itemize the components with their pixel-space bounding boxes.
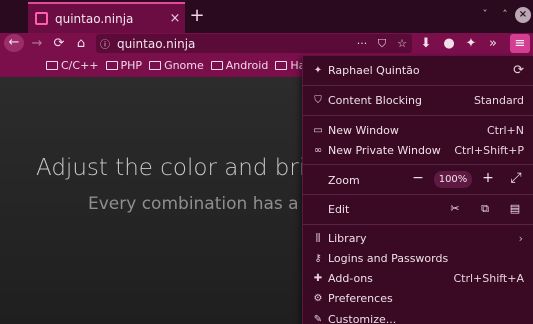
url-text[interactable]: quintao.ninja [117,37,352,51]
account-name: Raphael Quintão [328,63,420,77]
new-tab-button[interactable]: + [187,5,207,27]
window-icon: ▭ [313,124,323,136]
cut-icon[interactable]: ✂ [447,202,463,215]
new-private-window-item[interactable]: ∞ New Private Window Ctrl+Shift+P [303,140,533,160]
shield-icon: ⛉ [314,94,322,106]
separator [303,85,533,86]
separator [303,115,533,116]
folder-icon [275,61,288,70]
page-subheading: Every combination has a pe [88,194,326,214]
app-menu-button[interactable]: ≡ [510,34,530,53]
zoom-out-button[interactable]: − [409,170,427,186]
separator [303,224,533,225]
separator [303,164,533,165]
new-window-item[interactable]: ▭ New Window Ctrl+N [303,120,533,140]
gear-icon: ⚙ [313,292,323,304]
url-bar[interactable]: ⓘ quintao.ninja ··· ⛉ ☆ [96,34,412,53]
chevron-right-icon: › [518,231,523,245]
reload-button[interactable]: ⟳ [49,33,69,54]
bookmark-folder[interactable]: PHP [105,59,142,72]
paste-icon[interactable]: ▤ [507,202,523,215]
bookmark-star-icon[interactable]: ☆ [392,37,412,50]
brush-icon: ✎ [313,313,323,324]
edit-row: Edit [303,199,533,219]
content-blocking-item[interactable]: ⛉ Content Blocking Standard [303,90,533,110]
folder-icon [46,61,58,70]
logins-passwords-item[interactable]: ⚷ Logins and Passwords [303,248,533,268]
site-info-icon[interactable]: ⓘ [96,36,114,51]
library-icon: ⫼ [315,232,321,244]
library-item[interactable]: ⫼ Library › [303,228,533,248]
forward-button[interactable]: → [27,33,47,54]
close-window-button[interactable]: × [515,7,531,23]
downloads-button[interactable]: ⬇ [416,33,436,54]
app-menu-panel: ✦ Raphael Quintão ⟳ ⛉ Content Blocking S… [302,56,533,324]
addons-item[interactable]: ✚ Add-ons Ctrl+Shift+A [303,268,533,288]
preferences-item[interactable]: ⚙ Preferences [303,288,533,308]
tab-quintao[interactable]: quintao.ninja × [28,2,185,33]
edit-label: Edit [328,202,350,216]
sync-icon[interactable]: ⟳ [513,63,524,78]
site-favicon-icon [35,12,48,25]
extension-icon[interactable]: ● [439,33,459,54]
tab-title: quintao.ninja [55,11,134,26]
bookmark-folder[interactable]: C/C++ [46,59,99,72]
close-tab-icon[interactable]: × [165,11,185,26]
account-item[interactable]: ✦ Raphael Quintão ⟳ [303,60,533,80]
folder-icon [210,61,223,70]
back-button[interactable]: ← [4,34,24,52]
folder-icon [149,61,162,70]
fullscreen-button[interactable]: ⤢ [507,170,525,186]
navigation-toolbar: ← → ⟳ ⌂ ⓘ quintao.ninja ··· ⛉ ☆ ⬇ ● ✦ » … [0,33,533,54]
avatar-icon: ✦ [313,64,323,76]
maximize-button[interactable]: ˄ [497,7,513,23]
zoom-label: Zoom [328,173,360,187]
separator [303,194,533,195]
content-blocking-value: Standard [473,93,524,107]
folder-icon [105,61,118,70]
copy-icon[interactable]: ⧉ [477,202,493,216]
puzzle-icon: ✚ [313,272,323,284]
bookmark-folder[interactable]: Gnome [149,59,204,72]
customize-item[interactable]: ✎ Customize... [303,309,533,324]
page-heading: Adjust the color and brigh [36,155,334,181]
zoom-in-button[interactable]: + [479,170,497,186]
tab-strip: quintao.ninja × + ˇ ˄ × [0,0,533,33]
extension-ninja-icon[interactable]: ✦ [461,33,481,54]
zoom-reset-button[interactable]: 100% [434,171,472,188]
home-button[interactable]: ⌂ [71,33,91,54]
pocket-icon[interactable]: ⛉ [372,37,392,51]
bookmark-folder[interactable]: Android [210,59,268,72]
minimize-button[interactable]: ˇ [477,7,493,23]
private-mask-icon: ∞ [313,144,323,156]
key-icon: ⚷ [314,252,322,264]
overflow-icon[interactable]: » [483,33,503,54]
page-actions-icon[interactable]: ··· [352,37,372,50]
